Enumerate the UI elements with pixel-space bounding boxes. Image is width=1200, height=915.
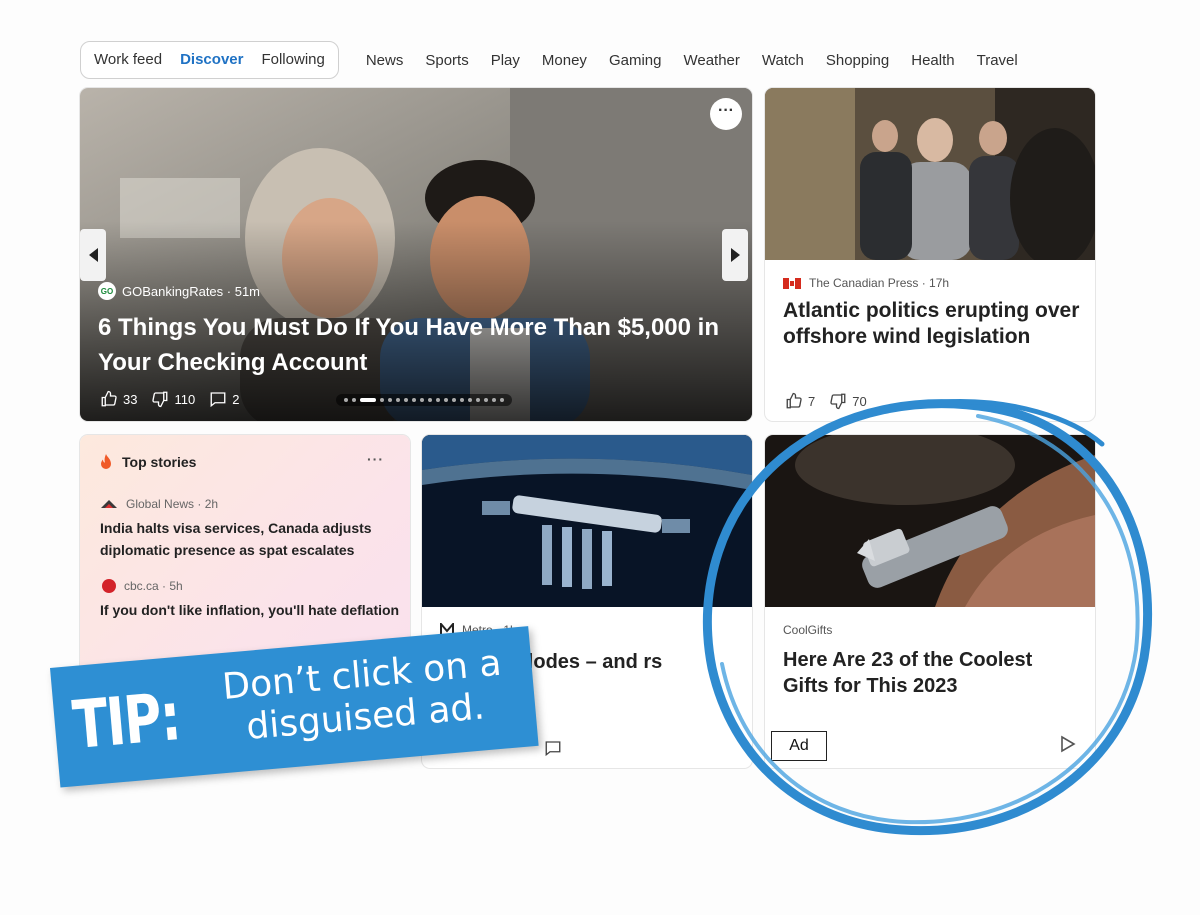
carousel-dot[interactable]: [468, 398, 472, 402]
carousel-dot[interactable]: [344, 398, 348, 402]
politics-photo: [765, 88, 1095, 260]
canadian-press-source-text: The Canadian Press · 17h: [809, 276, 950, 290]
carousel-dot[interactable]: [428, 398, 432, 402]
thumbs-up-icon: [101, 390, 117, 407]
space-station-photo: [422, 435, 752, 607]
canadian-press-source: The Canadian Press · 17h: [783, 276, 949, 290]
category-links: News Sports Play Money Gaming Weather Wa…: [355, 52, 1029, 69]
nav-money[interactable]: Money: [531, 52, 598, 69]
carousel-dot[interactable]: [444, 398, 448, 402]
hero-article-card[interactable]: ··· GO GOBankingRates · 51m 6 Things You…: [80, 88, 752, 421]
carousel-dot[interactable]: [484, 398, 488, 402]
arrow-left-icon: [88, 248, 98, 262]
carousel-dot[interactable]: [420, 398, 424, 402]
nav-shopping[interactable]: Shopping: [815, 52, 900, 69]
comment-icon: [545, 741, 561, 757]
top-story-item[interactable]: Global News · 2h India halts visa servic…: [100, 497, 400, 561]
tab-work-feed[interactable]: Work feed: [85, 42, 171, 78]
ad-source: CoolGifts: [783, 623, 833, 637]
canadian-press-article-card[interactable]: The Canadian Press · 17h Atlantic politi…: [765, 88, 1095, 421]
hero-source: GO GOBankingRates · 51m: [98, 282, 260, 300]
top-stories-more-button[interactable]: ···: [367, 451, 384, 467]
carousel-dot[interactable]: [500, 398, 504, 402]
carousel-dot[interactable]: [404, 398, 408, 402]
carousel-dot[interactable]: [396, 398, 400, 402]
like-button[interactable]: 33: [100, 390, 137, 408]
cbc-logo-icon: [102, 579, 116, 593]
global-news-logo-icon: [101, 500, 117, 508]
top-stories-title: Top stories: [122, 454, 197, 470]
carousel-dot[interactable]: [452, 398, 456, 402]
flame-icon: [101, 454, 111, 469]
canada-flag-icon: [783, 277, 801, 289]
nav-watch[interactable]: Watch: [751, 52, 815, 69]
canadian-press-reactions: 7 70: [785, 392, 881, 410]
dislike-button[interactable]: 70: [829, 392, 867, 410]
comment-icon: [210, 392, 226, 408]
feed-switcher: Work feed Discover Following: [80, 41, 339, 79]
tip-text: Don’t click on a disguised ad.: [220, 642, 503, 749]
comment-button[interactable]: 2: [209, 390, 239, 408]
dislike-count: 110: [174, 391, 196, 407]
top-story-source-text: Global News · 2h: [126, 497, 219, 511]
carousel-prev-button[interactable]: [80, 229, 106, 281]
dislike-count: 70: [852, 393, 867, 409]
arrow-right-icon: [730, 248, 740, 262]
carousel-indicator[interactable]: [336, 394, 512, 406]
carousel-dot[interactable]: [460, 398, 464, 402]
sponsored-ad-card[interactable]: CoolGifts Here Are 23 of the Coolest Gif…: [765, 435, 1095, 768]
carousel-dot[interactable]: [360, 398, 376, 402]
more-options-button[interactable]: ···: [710, 98, 742, 130]
nav-play[interactable]: Play: [480, 52, 531, 69]
top-story-headline[interactable]: India halts visa services, Canada adjust…: [100, 517, 400, 561]
thumbs-down-icon: [152, 391, 168, 408]
hero-headline[interactable]: 6 Things You Must Do If You Have More Th…: [98, 310, 738, 380]
carousel-dot[interactable]: [492, 398, 496, 402]
hero-reactions: 33 110 2: [100, 390, 253, 408]
ad-choices-button[interactable]: [1059, 735, 1077, 758]
nav-travel[interactable]: Travel: [966, 52, 1029, 69]
nav-sports[interactable]: Sports: [414, 52, 479, 69]
tip-label: TIP:: [69, 678, 183, 765]
carousel-dot[interactable]: [380, 398, 384, 402]
nav-gaming[interactable]: Gaming: [598, 52, 673, 69]
top-story-source: cbc.ca · 5h: [100, 579, 400, 593]
ad-choices-icon: [1061, 735, 1076, 753]
like-count: 33: [123, 391, 138, 407]
carousel-dot[interactable]: [412, 398, 416, 402]
ad-badge: Ad: [771, 731, 827, 761]
top-story-source-text: cbc.ca · 5h: [124, 579, 183, 593]
carousel-next-button[interactable]: [722, 229, 748, 281]
tab-following[interactable]: Following: [252, 42, 333, 78]
dislike-button[interactable]: 110: [151, 390, 195, 408]
carousel-dot[interactable]: [388, 398, 392, 402]
top-story-source: Global News · 2h: [100, 497, 400, 511]
nav-health[interactable]: Health: [900, 52, 965, 69]
hero-source-text: GOBankingRates · 51m: [122, 283, 261, 299]
carousel-dot[interactable]: [352, 398, 356, 402]
carousel-dot[interactable]: [436, 398, 440, 402]
like-button[interactable]: 7: [785, 392, 815, 410]
gobankingrates-logo-icon: GO: [98, 282, 116, 300]
nav-news[interactable]: News: [355, 52, 415, 69]
flashlight-photo: [765, 435, 1095, 607]
top-story-headline[interactable]: If you don't like inflation, you'll hate…: [100, 599, 400, 621]
ad-headline[interactable]: Here Are 23 of the Coolest Gifts for Thi…: [783, 647, 1083, 699]
tab-discover[interactable]: Discover: [171, 42, 252, 78]
comment-button[interactable]: [544, 739, 562, 762]
top-stories-header: Top stories: [98, 453, 196, 471]
nav-weather[interactable]: Weather: [672, 52, 750, 69]
comment-count: 2: [232, 391, 240, 407]
thumbs-down-icon: [830, 393, 846, 410]
top-story-item[interactable]: cbc.ca · 5h If you don't like inflation,…: [100, 579, 400, 621]
top-navigation: Work feed Discover Following News Sports…: [80, 38, 1100, 82]
like-count: 7: [808, 393, 816, 409]
carousel-dot[interactable]: [476, 398, 480, 402]
canadian-press-headline[interactable]: Atlantic politics erupting over offshore…: [783, 298, 1083, 350]
thumbs-up-icon: [786, 392, 802, 409]
